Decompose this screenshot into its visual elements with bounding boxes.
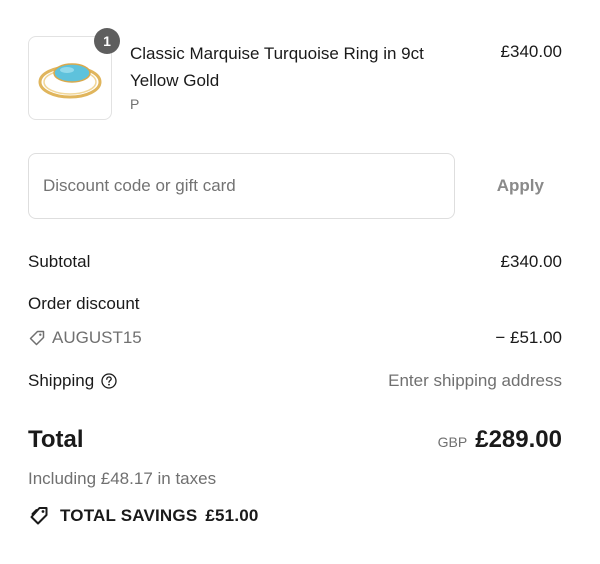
taxes-note: Including £48.17 in taxes [28, 469, 217, 488]
product-variant: P [130, 96, 140, 112]
subtotal-value: £340.00 [500, 252, 562, 271]
discount-code-input[interactable] [28, 153, 455, 219]
total-amount: £289.00 [475, 426, 562, 453]
question-circle-icon[interactable] [100, 372, 118, 390]
order-discount-label: Order discount [28, 294, 140, 313]
product-title: Classic Marquise Turquoise Ring in 9ct Y… [130, 44, 424, 90]
tag-icon [29, 330, 45, 346]
currency-code: GBP [437, 434, 468, 450]
total-value: GBP £289.00 [438, 426, 562, 454]
savings-amount: £51.00 [205, 506, 259, 525]
quantity-badge: 1 [94, 28, 120, 54]
apply-discount-button[interactable]: Apply [470, 153, 562, 219]
total-savings: TOTAL SAVINGS £51.00 [28, 505, 259, 527]
total-label: Total [28, 426, 84, 453]
shipping-value: Enter shipping address [388, 371, 562, 390]
shipping-label: Shipping [28, 371, 95, 390]
discount-amount: − £51.00 [495, 328, 562, 347]
applied-discount-code: AUGUST15 [52, 328, 142, 347]
cart-line-item: 1 Classic Marquise Turquoise Ring in 9ct… [28, 28, 562, 120]
subtotal-label: Subtotal [28, 252, 91, 271]
product-price: £340.00 [500, 42, 562, 61]
savings-label: TOTAL SAVINGS [60, 506, 198, 525]
savings-tag-icon [30, 507, 48, 525]
